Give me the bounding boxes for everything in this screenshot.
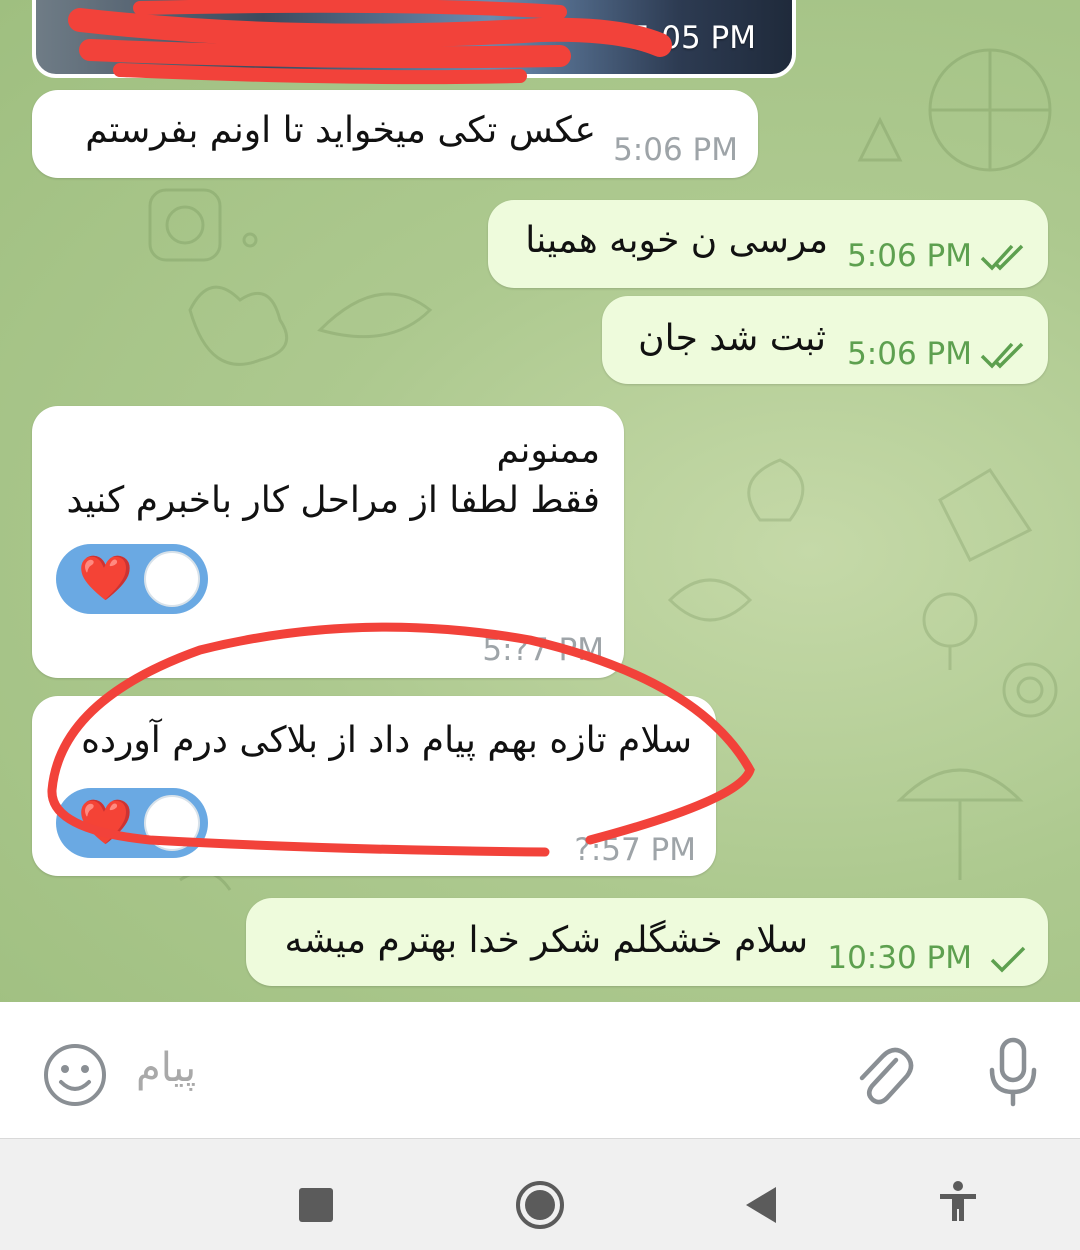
- message-text: عکس تکی میخواید تا اونم بفرستم: [85, 110, 596, 151]
- chat-area: 5:05 PM عکس تکی میخواید تا اونم بفرستم 5…: [0, 0, 1080, 1002]
- outgoing-message[interactable]: مرسی ن خوبه همینا 5:06 PM: [488, 200, 1048, 288]
- incoming-message[interactable]: ممنونم فقط لطفا از مراحل کار باخبرم کنید…: [32, 406, 624, 678]
- heart-reaction-icon: ❤️: [78, 797, 133, 848]
- message-time: 5:?7 PM: [482, 632, 604, 668]
- emoji-icon[interactable]: [42, 1042, 108, 1108]
- triangle-back-icon[interactable]: [744, 1185, 778, 1225]
- circle-icon[interactable]: [514, 1179, 566, 1231]
- read-checkmarks-icon: [980, 244, 1024, 271]
- photo-message-time: 5:05 PM: [631, 20, 756, 56]
- message-time: 5:06 PM: [847, 238, 972, 274]
- message-time: 5:06 PM: [613, 132, 738, 168]
- outgoing-message[interactable]: ثبت شد جان 5:06 PM: [602, 296, 1048, 384]
- reactor-avatar: [144, 795, 200, 851]
- message-time: 5:06 PM: [847, 336, 972, 372]
- message-text: سلام خشگلم شکر خدا بهترم میشه: [284, 920, 808, 961]
- microphone-icon[interactable]: [986, 1036, 1040, 1108]
- photo-message[interactable]: 5:05 PM: [32, 0, 796, 78]
- reaction-pill[interactable]: ❤️: [56, 788, 208, 858]
- reaction-pill[interactable]: ❤️: [56, 544, 208, 614]
- incoming-message[interactable]: سلام تازه بهم پیام داد از بلاکی درم آورد…: [32, 696, 716, 876]
- message-time: 10:30 PM: [827, 940, 972, 976]
- incoming-message[interactable]: عکس تکی میخواید تا اونم بفرستم 5:06 PM: [32, 90, 758, 178]
- message-text: مرسی ن خوبه همینا: [525, 220, 828, 261]
- message-time: ?:57 PM: [574, 832, 696, 868]
- heart-reaction-icon: ❤️: [78, 553, 133, 604]
- message-text: سلام تازه بهم پیام داد از بلاکی درم آورد…: [81, 720, 692, 761]
- message-text: ثبت شد جان: [638, 318, 826, 359]
- paperclip-icon[interactable]: [852, 1038, 914, 1108]
- system-navigation-bar: [0, 1138, 1080, 1250]
- accessibility-icon[interactable]: [938, 1181, 978, 1223]
- message-text-line-1: ممنونم: [496, 430, 600, 471]
- sent-checkmark-icon: [990, 946, 1026, 973]
- outgoing-message[interactable]: سلام خشگلم شکر خدا بهترم میشه 10:30 PM: [246, 898, 1048, 986]
- reactor-avatar: [144, 551, 200, 607]
- read-checkmarks-icon: [980, 342, 1024, 369]
- message-input[interactable]: پیام: [136, 1045, 196, 1091]
- square-icon[interactable]: [298, 1187, 334, 1223]
- message-text-line-2: فقط لطفا از مراحل کار باخبرم کنید: [66, 480, 601, 521]
